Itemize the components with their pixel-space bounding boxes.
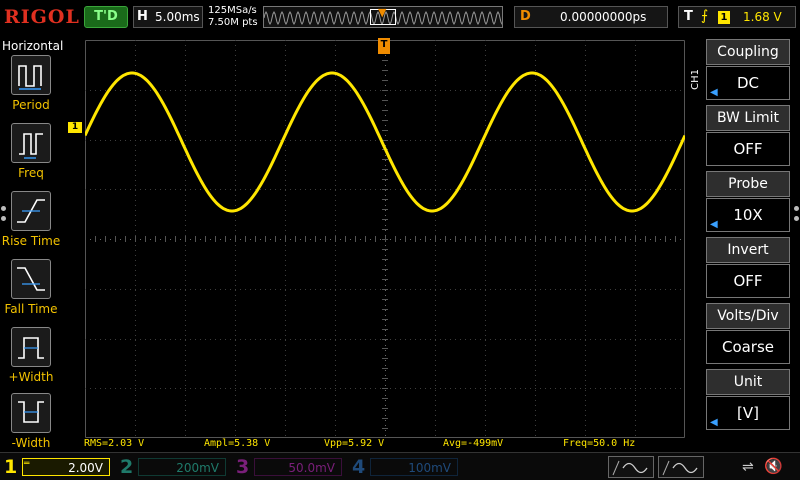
probe-value: ◀ 10X: [706, 198, 790, 232]
run-state-badge[interactable]: T'D: [84, 6, 128, 28]
negative-width-icon: [11, 393, 51, 433]
memory-overview-bar: ▼: [263, 6, 503, 28]
trigger-label: T: [684, 9, 693, 24]
waveform-display[interactable]: [85, 40, 685, 438]
bw-limit-softkey[interactable]: BW Limit OFF: [706, 105, 790, 168]
bw-limit-title: BW Limit: [706, 105, 790, 131]
delay-box[interactable]: D 0.00000000ps: [514, 6, 668, 28]
invert-softkey[interactable]: Invert OFF: [706, 237, 790, 300]
generator-2-button[interactable]: [658, 456, 704, 478]
coupling-value: ◀ DC: [706, 66, 790, 100]
probe-title: Probe: [706, 171, 790, 197]
measure-period-label: Period: [12, 98, 50, 112]
memory-depth: 7.50M pts: [208, 17, 258, 28]
measure-fall-time-label: Fall Time: [4, 302, 58, 316]
rigol-logo: RIGOL: [4, 6, 80, 28]
delay-value: 0.00000000ps: [560, 10, 647, 24]
measurement-freq: Freq=50.0 Hz: [563, 438, 636, 449]
top-status-bar: RIGOL T'D H 5.00ms 125MSa/s 7.50M pts ▼ …: [0, 0, 800, 37]
delay-label: D: [520, 9, 531, 24]
trigger-box[interactable]: T ⨍ 1 1.68 V: [678, 6, 796, 28]
rising-edge-icon: ⨍: [701, 8, 709, 24]
right-scroll-dot: [794, 216, 799, 221]
channel-menu-tag: CH1: [690, 69, 701, 90]
bw-limit-value: OFF: [706, 132, 790, 166]
measurement-ampl: Ampl=5.38 V: [204, 438, 271, 449]
horizontal-label: H: [137, 9, 148, 24]
channel-menu: CH1 Coupling ◀ DC BW Limit OFF Probe ◀ 10X…: [690, 37, 800, 452]
generator-1-button[interactable]: [608, 456, 654, 478]
memory-trigger-pointer-icon: ▼: [378, 6, 387, 19]
unit-softkey[interactable]: Unit ◀ [V]: [706, 369, 790, 432]
ch1-channel-button[interactable]: 1 2.00V ═: [0, 455, 118, 479]
rise-time-icon: [11, 191, 51, 231]
ch1-offset-marker[interactable]: 1: [68, 122, 82, 133]
measure-freq-label: Freq: [18, 166, 44, 180]
measure-fall-time-button[interactable]: Fall Time: [0, 259, 62, 325]
left-scroll-dot: [1, 216, 6, 221]
measure-period-button[interactable]: Period: [0, 55, 62, 121]
probe-softkey[interactable]: Probe ◀ 10X: [706, 171, 790, 234]
speaker-muted-icon: 🔇: [764, 457, 783, 475]
ch1-coupling-icon: ═: [24, 459, 30, 469]
right-scroll-dot: [794, 206, 799, 211]
unit-value: ◀ [V]: [706, 396, 790, 430]
sample-rate: 125MSa/s: [208, 5, 257, 16]
ch2-scale: 200mV: [138, 458, 226, 476]
trigger-source-badge: 1: [718, 11, 730, 24]
ch3-scale: 50.0mV: [254, 458, 342, 476]
left-scroll-dot: [1, 206, 6, 211]
measurement-rms: RMS=2.03 V: [84, 438, 145, 449]
measurement-bar: RMS=2.03 V Ampl=5.38 V Vpp=5.92 V Avg=-4…: [82, 438, 688, 452]
coupling-softkey[interactable]: Coupling ◀ DC: [706, 39, 790, 102]
freq-icon: [11, 123, 51, 163]
coupling-title: Coupling: [706, 39, 790, 65]
sine-generator-icon: [662, 460, 698, 476]
ch1-waveform: [85, 71, 685, 213]
ch2-number: 2: [120, 456, 134, 478]
measurement-vpp: Vpp=5.92 V: [324, 438, 385, 449]
measure-rise-time-label: Rise Time: [1, 234, 61, 248]
ch4-number: 4: [352, 456, 366, 478]
invert-title: Invert: [706, 237, 790, 263]
volts-div-value: Coarse: [706, 330, 790, 364]
select-arrow-icon: ◀: [710, 417, 718, 428]
timebase-value: 5.00ms: [155, 10, 200, 24]
left-measure-menu: Horizontal Period Freq Rise Time Fall Ti…: [0, 37, 64, 452]
probe-value-text: 10X: [733, 206, 763, 224]
fall-time-icon: [11, 259, 51, 299]
positive-width-icon: [11, 327, 51, 367]
horizontal-timebase-box[interactable]: H 5.00ms: [133, 6, 203, 28]
measure-negative-width-label: -Width: [11, 436, 51, 450]
measure-negative-width-button[interactable]: -Width: [0, 393, 62, 459]
measure-positive-width-button[interactable]: +Width: [0, 327, 62, 393]
bottom-channel-bar: 1 2.00V ═ 2 200mV 3 50.0mV 4 100mV ⇌ 🔇: [0, 452, 800, 480]
invert-value: OFF: [706, 264, 790, 298]
measure-rise-time-button[interactable]: Rise Time: [0, 191, 62, 257]
left-menu-title: Horizontal: [2, 39, 64, 53]
ch1-number: 1: [4, 456, 18, 478]
volts-div-title: Volts/Div: [706, 303, 790, 329]
measure-freq-button[interactable]: Freq: [0, 123, 62, 189]
measure-positive-width-label: +Width: [8, 370, 54, 384]
unit-title: Unit: [706, 369, 790, 395]
ch2-channel-button[interactable]: 2 200mV: [116, 455, 234, 479]
ch3-number: 3: [236, 456, 250, 478]
unit-value-text: [V]: [737, 404, 759, 422]
trigger-level-value: 1.68 V: [743, 10, 782, 24]
trigger-position-marker[interactable]: T: [378, 38, 390, 54]
volts-div-softkey[interactable]: Volts/Div Coarse: [706, 303, 790, 366]
period-icon: [11, 55, 51, 95]
measurement-avg: Avg=-499mV: [443, 438, 504, 449]
ch1-scale: 2.00V: [22, 458, 110, 476]
ch3-channel-button[interactable]: 3 50.0mV: [232, 455, 350, 479]
ch4-scale: 100mV: [370, 458, 458, 476]
sine-generator-icon: [612, 460, 648, 476]
ch4-channel-button[interactable]: 4 100mV: [348, 455, 466, 479]
usb-icon: ⇌: [742, 459, 754, 475]
coupling-value-text: DC: [736, 74, 760, 92]
